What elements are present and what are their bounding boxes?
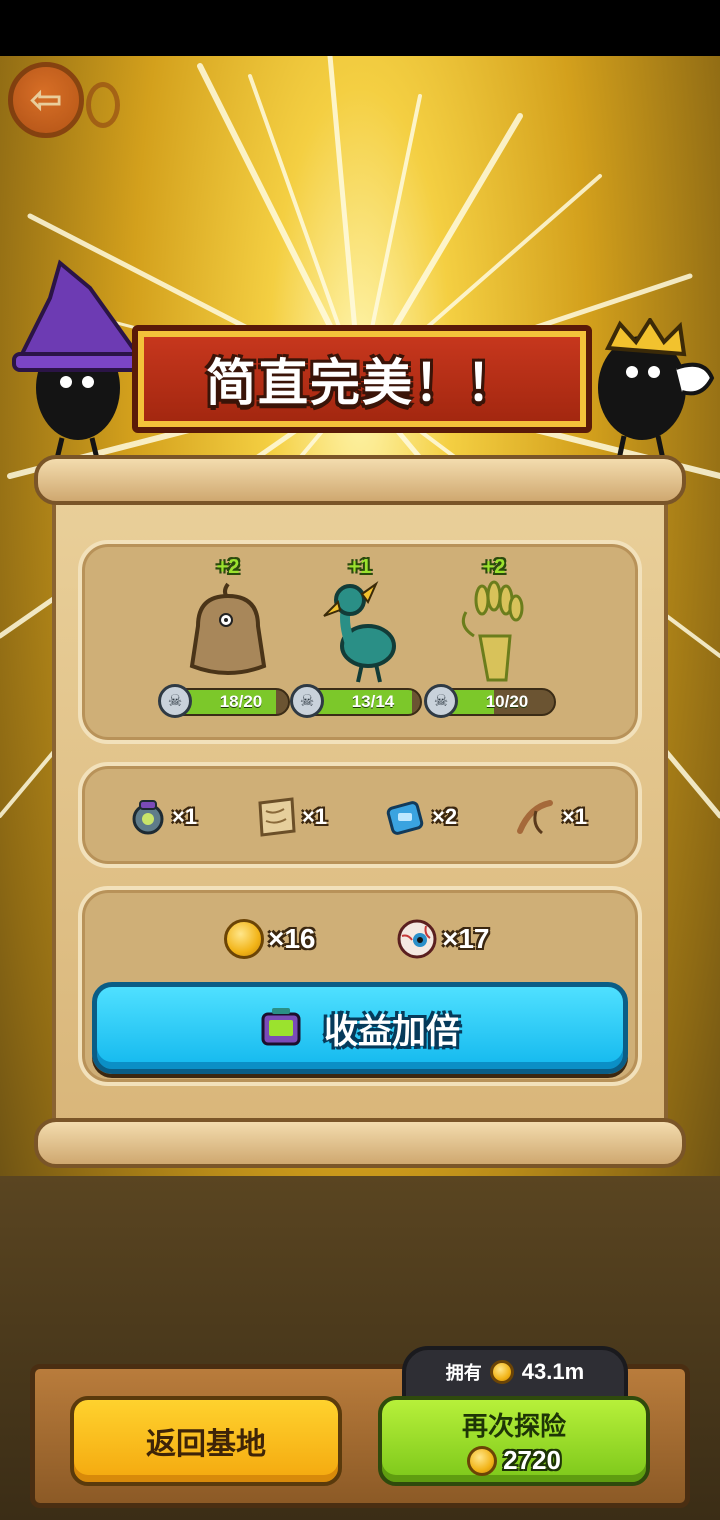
unit-progress-label: 18/20 (219, 692, 263, 711)
status-bar (0, 0, 720, 56)
currency-qty: ×17 (442, 923, 490, 954)
tech-gadget-icon (132, 800, 164, 835)
wheat-bundle-creature-icon (461, 580, 524, 682)
banner-title: 简直完美！！ (206, 355, 518, 411)
currency-reward: ×16 (224, 914, 316, 964)
explore-again-label: 再次探险 (461, 1411, 566, 1441)
reward-item: ×1 (514, 792, 587, 842)
skull-icon: ☠ (290, 684, 324, 718)
gold-coin-icon (467, 1445, 498, 1476)
unit-card: +2 10/20 ☠ (424, 556, 564, 736)
unit-card: +2 18/20 ☠ (158, 556, 298, 736)
unit-progress-label: 10/20 (485, 692, 529, 711)
scroll-bottom-roll (34, 1118, 686, 1168)
owned-label: 拥有 (445, 1363, 482, 1383)
explore-again-cost: 2720 (467, 1445, 561, 1476)
back-button[interactable]: ⇦ (8, 62, 84, 138)
crown-mascot (598, 318, 715, 465)
return-to-base-button[interactable]: 返回基地 (70, 1396, 342, 1486)
witch-hat-mascot (12, 259, 146, 464)
return-to-base-label: 返回基地 (146, 1428, 266, 1461)
skull-icon: ☠ (424, 684, 458, 718)
burlap-sack-monster-icon (189, 582, 267, 675)
gold-coin-icon (489, 1360, 514, 1384)
skull-icon: ☠ (158, 684, 192, 718)
gold-coin-icon (224, 919, 264, 959)
currency-reward: ×17 (396, 914, 490, 964)
double-rewards-label: 收益加倍 (324, 1012, 460, 1051)
back-button-ring (86, 82, 120, 128)
owned-value: 43.1m (521, 1359, 585, 1384)
item-qty: ×1 (302, 804, 328, 829)
slingshot-icon (517, 800, 553, 835)
eyeball-icon (397, 919, 437, 959)
item-qty: ×1 (562, 804, 588, 829)
currency-qty: ×16 (268, 923, 316, 954)
reward-item: ×1 (128, 792, 197, 842)
reward-item: ×2 (384, 792, 457, 842)
double-rewards-button[interactable]: 收益加倍 (92, 982, 628, 1074)
back-arrow-icon: ⇦ (29, 78, 63, 122)
item-qty: ×1 (172, 804, 198, 829)
scroll-top-roll (34, 455, 686, 505)
unit-card: +1 13/14 ☠ (290, 556, 430, 736)
item-qty: ×2 (432, 804, 458, 829)
parchment-map-icon (258, 797, 296, 837)
blue-device-icon (386, 801, 424, 835)
result-banner: 简直完美！！ (132, 325, 592, 433)
explore-again-cost-value: 2720 (503, 1445, 561, 1475)
teal-ostrich-bird-icon (323, 581, 396, 683)
explore-again-button[interactable]: 再次探险 2720 (378, 1396, 650, 1486)
reward-item: ×1 (254, 792, 327, 842)
unit-progress-label: 13/14 (351, 692, 395, 711)
tv-ad-icon (261, 1008, 301, 1046)
